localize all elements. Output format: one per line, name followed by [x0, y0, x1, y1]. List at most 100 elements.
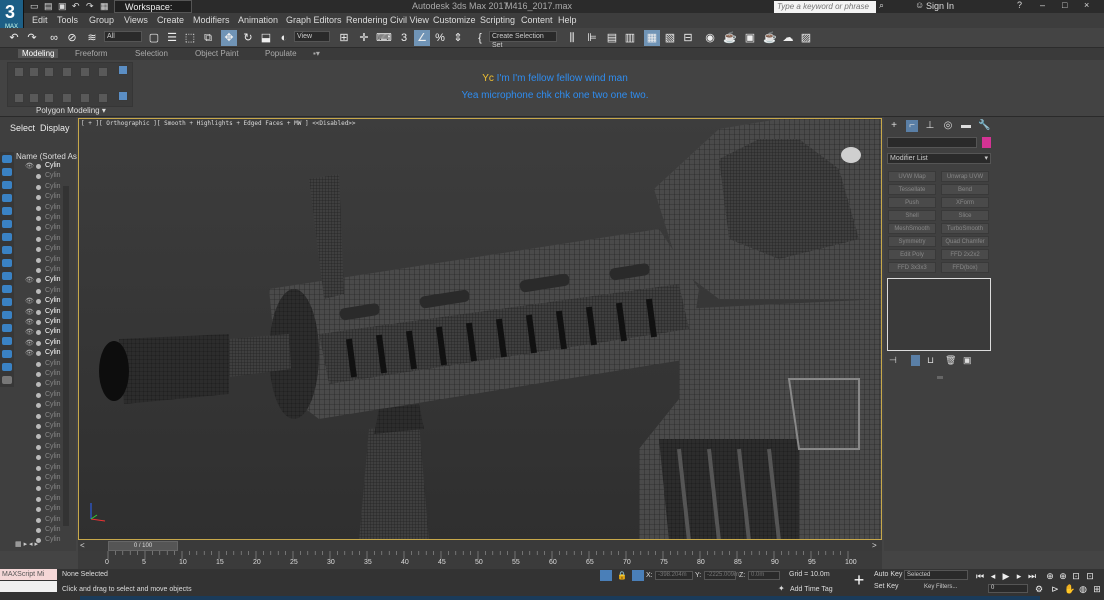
hierarchy-tab-icon[interactable]: ⊥ — [924, 120, 936, 132]
time-slider-track[interactable] — [78, 540, 882, 551]
visibility-eye-icon[interactable]: 👁 — [25, 297, 34, 305]
freeze-dot-icon[interactable] — [36, 236, 41, 242]
modifier-stack[interactable] — [887, 278, 991, 351]
modifier-button[interactable]: Bend — [941, 184, 989, 195]
display-all-icon[interactable] — [2, 324, 12, 332]
tab-freeform[interactable]: Freeform — [75, 49, 107, 58]
modifier-button[interactable]: Symmetry — [888, 236, 936, 247]
absolute-mode-icon[interactable] — [632, 570, 644, 581]
tab-modeling[interactable]: Modeling — [18, 49, 59, 58]
named-selection-set-dropdown[interactable]: Create Selection Set — [489, 31, 557, 49]
modifier-list-dropdown[interactable]: Modifier List ▾ — [887, 153, 991, 164]
zoom-all-icon[interactable]: ⊕ — [1058, 571, 1068, 581]
visibility-eye-icon[interactable]: 👁 — [25, 276, 34, 284]
shape-filter-icon[interactable] — [2, 181, 12, 189]
zoom-extents-all-icon[interactable]: ⊡ — [1085, 571, 1095, 581]
orbit-icon[interactable]: ◍ — [1078, 584, 1088, 594]
spacewarp-filter-icon[interactable] — [2, 233, 12, 241]
explorer-scrollbar[interactable] — [63, 186, 69, 526]
modifier-button[interactable]: Edit Poly — [888, 249, 936, 260]
render-setup-icon[interactable]: ☕ — [722, 30, 738, 46]
open-file-icon[interactable]: ▤ — [44, 1, 53, 12]
lock-icon[interactable] — [2, 376, 12, 384]
pan-icon[interactable]: ✋ — [1064, 584, 1075, 594]
frozen-filter-icon[interactable] — [2, 298, 12, 306]
modifier-button[interactable]: TurboSmooth — [941, 223, 989, 234]
play-icon[interactable]: ▶ — [1001, 571, 1011, 581]
modifier-button[interactable]: FFD 3x3x3 — [888, 262, 936, 273]
object-color-swatch[interactable] — [982, 137, 991, 148]
percent-snap-icon[interactable]: % — [432, 30, 448, 46]
material-editor-icon[interactable]: ◉ — [702, 30, 718, 46]
modifier-button[interactable]: Quad Chamfer — [941, 236, 989, 247]
snap-3d-icon[interactable]: 3 — [396, 30, 412, 46]
window-crossing-icon[interactable]: ⧉ — [200, 30, 216, 46]
modifier-button[interactable]: Unwrap UVW — [941, 171, 989, 182]
time-next-icon[interactable]: > — [872, 541, 877, 550]
display-none-icon[interactable] — [2, 337, 12, 345]
find-icon[interactable] — [2, 363, 12, 371]
redo-icon[interactable]: ↷ — [24, 30, 40, 46]
filter-icon[interactable] — [2, 155, 12, 163]
manipulate-icon[interactable]: ✛ — [356, 30, 372, 46]
menu-content[interactable]: Content — [521, 15, 553, 25]
hidden-filter-icon[interactable] — [2, 311, 12, 319]
panel-divider[interactable] — [937, 376, 943, 379]
visibility-eye-icon[interactable]: 👁 — [25, 328, 34, 336]
keyboard-shortcut-icon[interactable]: ⌨ — [376, 30, 392, 46]
menu-customize[interactable]: Customize — [433, 15, 476, 25]
container-filter-icon[interactable] — [2, 285, 12, 293]
modifier-button[interactable]: Slice — [941, 210, 989, 221]
menu-tools[interactable]: Tools — [57, 15, 78, 25]
freeze-dot-icon[interactable] — [36, 205, 41, 211]
render-production-icon[interactable]: ☕ — [762, 30, 778, 46]
project-folder-icon[interactable]: ▦ — [100, 1, 109, 12]
helper-filter-icon[interactable] — [2, 220, 12, 228]
set-key-icon[interactable]: + — [850, 571, 868, 589]
visibility-eye-icon[interactable]: 👁 — [25, 308, 34, 316]
next-frame-icon[interactable]: ▸ — [1014, 571, 1024, 581]
menu-graph-editors[interactable]: Graph Editors — [286, 15, 342, 25]
visibility-eye-icon[interactable]: 👁 — [25, 339, 34, 347]
freeze-dot-icon[interactable] — [36, 372, 41, 377]
menu-views[interactable]: Views — [124, 15, 148, 25]
visibility-eye-icon[interactable]: 👁 — [25, 162, 34, 170]
pin-stack-icon[interactable]: ⊣ — [889, 355, 897, 366]
rendered-frame-window-icon[interactable]: ▣ — [742, 30, 758, 46]
zoom-extents-icon[interactable]: ⊡ — [1071, 571, 1081, 581]
xref-filter-icon[interactable] — [2, 259, 12, 267]
motion-tab-icon[interactable]: ◎ — [942, 120, 954, 132]
selection-filter-dropdown[interactable]: All — [104, 31, 142, 42]
display-tab-icon[interactable]: ▬ — [960, 120, 972, 132]
visibility-eye-icon[interactable]: 👁 — [25, 349, 34, 357]
menu-rendering[interactable]: Rendering — [346, 15, 388, 25]
show-end-result-icon[interactable] — [911, 355, 920, 366]
undo-icon[interactable]: ↶ — [6, 30, 22, 46]
modifier-button[interactable]: UVW Map — [888, 171, 936, 182]
sort-icon[interactable]: ▸ — [24, 541, 28, 548]
place-icon[interactable]: ◐ — [276, 30, 292, 46]
sign-in-link[interactable]: Sign In — [926, 0, 954, 12]
modifier-button[interactable]: FFD 2x2x2 — [941, 249, 989, 260]
y-coord-field[interactable]: -2225.009m — [704, 571, 739, 580]
object-name-field[interactable] — [887, 137, 977, 148]
a360-gallery-icon[interactable]: ▨ — [798, 30, 814, 46]
menu-create[interactable]: Create — [157, 15, 184, 25]
set-key-button[interactable]: Set Key — [874, 583, 899, 590]
key-mode-dropdown[interactable]: Selected — [904, 570, 968, 580]
fov-icon[interactable]: ⊳ — [1050, 584, 1060, 594]
maxscript-listener[interactable]: MAXScript Mi — [0, 569, 57, 580]
modifier-button[interactable]: Shell — [888, 210, 936, 221]
ribbon-options-icon[interactable]: ▪▾ — [313, 49, 320, 58]
tab-populate[interactable]: Populate — [265, 49, 297, 58]
freeze-dot-icon[interactable] — [36, 340, 41, 346]
freeze-dot-icon[interactable] — [36, 392, 41, 398]
freeze-dot-icon[interactable] — [36, 476, 41, 481]
time-config-icon[interactable]: ⚙ — [1034, 584, 1044, 594]
pivot-center-icon[interactable]: ⊞ — [336, 30, 352, 46]
tab-display[interactable]: Display — [40, 123, 70, 133]
select-move-icon[interactable]: ✥ — [221, 30, 237, 46]
menu-scripting[interactable]: Scripting — [480, 15, 515, 25]
x-coord-field[interactable]: -398.204m — [655, 571, 693, 580]
time-prev-icon[interactable]: < — [80, 541, 85, 550]
